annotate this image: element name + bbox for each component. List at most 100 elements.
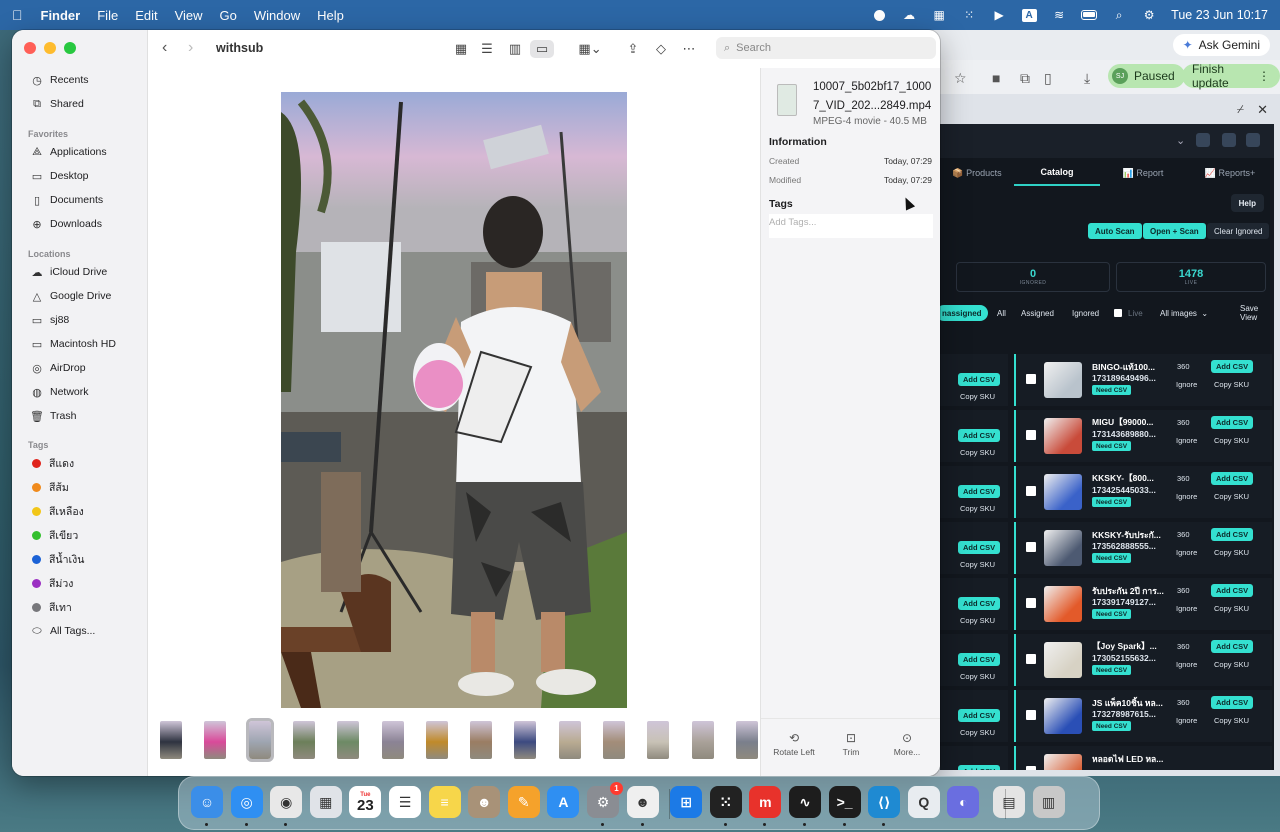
- quicktime-icon[interactable]: Q: [907, 786, 940, 818]
- chrome-icon[interactable]: ◉: [270, 786, 303, 818]
- filter-live-checkbox[interactable]: Live: [1108, 305, 1149, 321]
- copy-sku-button[interactable]: Copy SKU: [1214, 380, 1249, 389]
- add-csv-button[interactable]: Add CSV: [1211, 528, 1254, 541]
- sidebar-item-locations[interactable]: △ Google Drive: [30, 287, 112, 305]
- filter-all[interactable]: All: [991, 305, 1012, 321]
- menu-edit[interactable]: Edit: [135, 8, 157, 23]
- reminders-icon[interactable]: ☰: [389, 786, 421, 818]
- icon-view-icon[interactable]: ▦: [452, 40, 470, 58]
- play-icon[interactable]: ▶: [991, 8, 1007, 22]
- system-settings-icon[interactable]: ⚙ 1: [587, 782, 623, 818]
- add-csv-button[interactable]: Add CSV: [1211, 640, 1254, 653]
- downloads-stack-icon[interactable]: ▤: [993, 786, 1025, 818]
- column-view-icon[interactable]: ▥: [506, 40, 524, 58]
- add-csv-button[interactable]: Add CSV: [958, 765, 1001, 770]
- tool-icon-1[interactable]: [1196, 133, 1210, 147]
- add-csv-button[interactable]: Add CSV: [958, 597, 1001, 610]
- more-actions-icon[interactable]: ⋯: [680, 40, 698, 58]
- chevron-down-icon[interactable]: ⌄: [1176, 134, 1185, 147]
- copy-sku-button[interactable]: Copy SKU: [1214, 436, 1249, 445]
- add-csv-button[interactable]: Add CSV: [958, 373, 1001, 386]
- list-view-icon[interactable]: ☰: [478, 40, 496, 58]
- finish-update-button[interactable]: Finish update ⋮: [1182, 62, 1280, 90]
- sidebar-tag-item[interactable]: สีส้ม: [30, 478, 69, 496]
- add-csv-button[interactable]: Add CSV: [958, 653, 1001, 666]
- control-center-icon[interactable]: ⚙: [1141, 8, 1157, 22]
- filmstrip-thumbnail[interactable]: [603, 721, 625, 759]
- group-by-icon[interactable]: ▦⌄: [576, 40, 604, 58]
- ignore-button[interactable]: Ignore: [1176, 492, 1197, 501]
- filmstrip-thumbnail[interactable]: [514, 721, 537, 759]
- add-csv-button[interactable]: Add CSV: [958, 541, 1001, 554]
- copy-sku-button[interactable]: Copy SKU: [1214, 604, 1249, 613]
- copy-sku-button[interactable]: Copy SKU: [960, 504, 995, 513]
- tab-catalog[interactable]: Catalog: [1014, 160, 1100, 186]
- rotate-left-button[interactable]: ⟲ Rotate Left: [769, 731, 819, 757]
- filmstrip-thumbnail[interactable]: [647, 721, 670, 759]
- add-csv-button[interactable]: Add CSV: [1211, 472, 1254, 485]
- screen-app-icon[interactable]: ◐: [947, 786, 980, 818]
- copy-sku-button[interactable]: Copy SKU: [1214, 716, 1249, 725]
- tab-report[interactable]: 📊 Report: [1100, 160, 1186, 186]
- help-button[interactable]: Help: [1230, 194, 1264, 212]
- menu-app-name[interactable]: Finder: [41, 8, 81, 23]
- windows-app-icon[interactable]: ⊞: [670, 786, 703, 818]
- clear-ignored-button[interactable]: Clear Ignored: [1207, 223, 1270, 239]
- copy-sku-button[interactable]: Copy SKU: [1214, 660, 1249, 669]
- select-checkbox[interactable]: [1026, 654, 1036, 664]
- launchpad-icon[interactable]: ▦: [309, 786, 342, 818]
- gallery-view-icon[interactable]: ▭: [530, 40, 554, 58]
- trim-button[interactable]: ⊡ Trim: [833, 731, 869, 757]
- copy-sku-button[interactable]: Copy SKU: [1214, 548, 1249, 557]
- search-icon[interactable]: ⌕: [1111, 8, 1127, 22]
- add-csv-button[interactable]: Add CSV: [1211, 416, 1254, 429]
- copy-sku-button[interactable]: Copy SKU: [960, 560, 995, 569]
- sidebar-tag-item[interactable]: สีม่วง: [30, 574, 73, 592]
- sidebar-item-locations[interactable]: 🗑 Trash: [30, 407, 76, 425]
- grid-icon[interactable]: ▦: [931, 8, 947, 22]
- more-button[interactable]: ⊙ More...: [887, 731, 927, 757]
- extension-red-icon[interactable]: ■: [992, 70, 1000, 86]
- sidebar-item-items_top[interactable]: ⧉ Shared: [30, 95, 84, 113]
- ignore-button[interactable]: Ignore: [1176, 548, 1197, 557]
- sidebar-item-locations[interactable]: ▭ Macintosh HD: [30, 335, 116, 353]
- activity-monitor-icon[interactable]: ∿: [789, 786, 821, 818]
- auto-scan-button[interactable]: Auto Scan: [1088, 223, 1142, 239]
- select-checkbox[interactable]: [1026, 542, 1036, 552]
- select-checkbox[interactable]: [1026, 710, 1036, 720]
- open-scan-button[interactable]: Open + Scan: [1143, 223, 1206, 239]
- copy-sku-button[interactable]: Copy SKU: [960, 728, 995, 737]
- puzzle-icon[interactable]: ⧉: [1020, 70, 1030, 87]
- bookmark-star-icon[interactable]: ☆: [954, 70, 967, 87]
- menu-file[interactable]: File: [97, 8, 118, 23]
- sidebar-item-locations[interactable]: ☁ iCloud Drive: [30, 263, 108, 281]
- menu-clock[interactable]: Tue 23 Jun 10:17: [1171, 8, 1268, 22]
- filmstrip-thumbnail[interactable]: [691, 721, 714, 759]
- app-store-icon[interactable]: A: [547, 786, 580, 818]
- sidebar-item-locations[interactable]: ▭ sj88: [30, 311, 69, 329]
- character-app-icon[interactable]: ☻: [626, 786, 659, 818]
- filter-assigned[interactable]: Assigned: [1015, 305, 1060, 321]
- select-checkbox[interactable]: [1026, 766, 1036, 770]
- sidebar-tag-item[interactable]: สีเทา: [30, 598, 72, 616]
- terminal-icon[interactable]: >_: [828, 786, 861, 818]
- record-icon[interactable]: [871, 8, 887, 22]
- sidebar-all-tags[interactable]: ⬭ All Tags...: [30, 622, 95, 640]
- ignore-button[interactable]: Ignore: [1176, 604, 1197, 613]
- ignore-button[interactable]: Ignore: [1176, 660, 1197, 669]
- sidebar-item-items_top[interactable]: ◷ Recents: [30, 71, 88, 89]
- menu-help[interactable]: Help: [317, 8, 344, 23]
- video-preview-image[interactable]: [281, 92, 627, 708]
- minimize-window-button[interactable]: [44, 42, 56, 54]
- add-tags-field[interactable]: Add Tags...: [769, 214, 933, 238]
- tab-products[interactable]: 📦 Products: [940, 160, 1014, 186]
- calendar-icon[interactable]: Tue 23: [349, 786, 382, 818]
- sidebar-item-locations[interactable]: ◍ Network: [30, 383, 88, 401]
- save-view-button[interactable]: Save View: [1234, 304, 1274, 322]
- tab-reports-plus[interactable]: 📈 Reports+: [1186, 160, 1274, 186]
- select-checkbox[interactable]: [1026, 598, 1036, 608]
- wifi-icon[interactable]: ≋: [1051, 8, 1067, 22]
- select-checkbox[interactable]: [1026, 374, 1036, 384]
- close-window-button[interactable]: [24, 42, 36, 54]
- back-button[interactable]: ‹: [162, 39, 167, 57]
